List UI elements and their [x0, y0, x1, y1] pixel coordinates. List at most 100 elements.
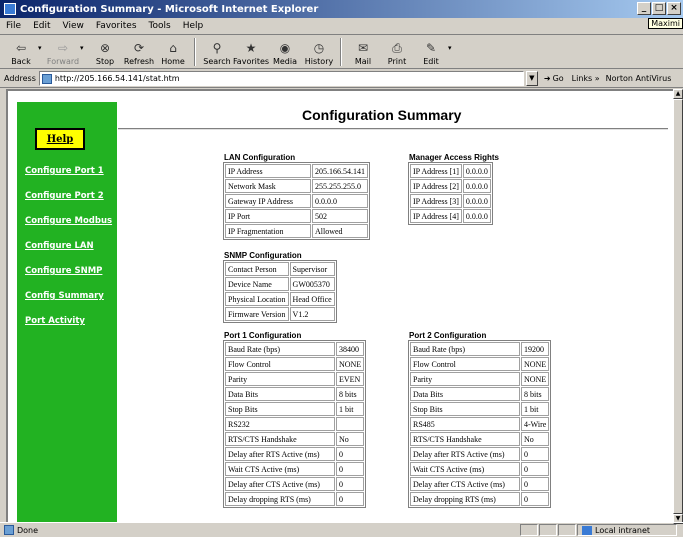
ie-icon [4, 3, 16, 15]
menu-edit[interactable]: Edit [33, 21, 50, 31]
menu-favorites[interactable]: Favorites [96, 21, 137, 31]
edit-button[interactable]: ✎ Edit [414, 36, 448, 68]
help-button[interactable]: Help [35, 128, 85, 150]
norton-antivirus-button[interactable]: Norton AntiVirus [606, 74, 672, 83]
close-button[interactable]: × [667, 2, 681, 15]
table-row: Device Name GW005370 [225, 277, 335, 291]
row-value: 0 [521, 462, 550, 476]
vertical-scrollbar[interactable]: ▲ ▼ [673, 89, 683, 524]
media-label: Media [272, 57, 298, 66]
security-zone: Local intranet [577, 524, 677, 536]
menu-help[interactable]: Help [183, 21, 204, 31]
nav-configure-port-2[interactable]: Configure Port 2 [25, 191, 104, 201]
row-label: Wait CTS Active (ms) [410, 462, 520, 476]
table-row: Gateway IP Address 0.0.0.0 [225, 194, 368, 208]
row-label: Delay after CTS Active (ms) [225, 477, 335, 491]
menu-file[interactable]: File [6, 21, 21, 31]
edit-dropdown[interactable]: ▾ [448, 36, 456, 52]
row-label: Network Mask [225, 179, 311, 193]
search-icon: ⚲ [212, 41, 222, 55]
row-label: Delay after CTS Active (ms) [410, 477, 520, 491]
back-dropdown[interactable]: ▾ [38, 36, 46, 52]
row-label: Physical Location [225, 292, 289, 306]
nav-port-activity[interactable]: Port Activity [25, 316, 85, 326]
refresh-icon: ⟳ [133, 41, 145, 55]
table-row: RTS/CTS Handshake No [225, 432, 365, 446]
print-button[interactable]: ⎙ Print [380, 36, 414, 68]
row-label: Device Name [225, 277, 289, 291]
title-divider [118, 128, 668, 130]
row-label: IP Address [225, 164, 311, 178]
row-label: Baud Rate (bps) [410, 342, 520, 356]
table-row: Physical Location Head Office [225, 292, 335, 306]
nav-configure-modbus[interactable]: Configure Modbus [25, 216, 112, 226]
stop-button[interactable]: ⊗ Stop [88, 36, 122, 68]
browser-viewport: Help Configure Port 1 Configure Port 2 C… [0, 89, 683, 524]
help-label: Help [46, 133, 74, 145]
status-cell [539, 524, 557, 536]
table-row: RS485 4-Wire [410, 417, 550, 431]
table-row: IP Address [1] 0.0.0.0 [410, 164, 491, 178]
address-input[interactable]: http://205.166.54.141/stat.htm [38, 71, 524, 86]
row-label: RTS/CTS Handshake [410, 432, 520, 446]
row-label: RS232 [225, 417, 335, 431]
row-value: 0 [336, 492, 365, 506]
port2-section-title: Port 2 Configuration [409, 331, 487, 340]
forward-button[interactable]: ⇨ Forward [46, 36, 80, 68]
port1-section-title: Port 1 Configuration [224, 331, 302, 340]
forward-dropdown[interactable]: ▾ [80, 36, 88, 52]
row-value: No [521, 432, 550, 446]
back-label: Back [11, 57, 31, 66]
home-button[interactable]: ⌂ Home [156, 36, 190, 68]
back-arrow-icon: ⇦ [15, 41, 27, 55]
port2-config-table: Baud Rate (bps) 19200 Flow Control NONE Pa… [408, 340, 552, 508]
row-value: 0.0.0.0 [312, 194, 368, 208]
scroll-up-button[interactable]: ▲ [673, 89, 683, 99]
status-bar: Done Local intranet [0, 522, 683, 537]
maximize-button[interactable]: □ [652, 2, 666, 15]
favorites-button[interactable]: ★ Favorites [233, 36, 269, 68]
table-row: Network Mask 255.255.255.0 [225, 179, 368, 193]
address-dropdown[interactable]: ▼ [525, 71, 538, 86]
links-button[interactable]: Links » [572, 74, 600, 83]
row-label: Stop Bits [410, 402, 520, 416]
go-arrow-icon: ➜ [543, 74, 551, 83]
row-label: Baud Rate (bps) [225, 342, 335, 356]
table-row: Parity NONE [410, 372, 550, 386]
toolbar-separator [194, 38, 196, 66]
nav-configure-snmp[interactable]: Configure SNMP [25, 266, 102, 276]
menu-view[interactable]: View [63, 21, 84, 31]
media-button[interactable]: ◉ Media [268, 36, 302, 68]
history-label: History [304, 57, 334, 66]
history-button[interactable]: ◷ History [302, 36, 336, 68]
back-button[interactable]: ⇦ Back [4, 36, 38, 68]
table-row: Parity EVEN [225, 372, 365, 386]
status-text-area: Done [0, 525, 520, 535]
row-label: Delay after RTS Active (ms) [225, 447, 335, 461]
mail-icon: ✉ [357, 41, 369, 55]
mail-button[interactable]: ✉ Mail [346, 36, 380, 68]
row-label: Gateway IP Address [225, 194, 311, 208]
row-label: IP Address [1] [410, 164, 462, 178]
go-button[interactable]: ➜ Go [544, 74, 564, 83]
status-text: Done [17, 525, 39, 535]
row-value: 0.0.0.0 [462, 194, 491, 208]
toolbar-separator [340, 38, 342, 66]
nav-config-summary[interactable]: Config Summary [25, 291, 104, 301]
row-label: IP Address [2] [410, 179, 462, 193]
row-value: 255.255.255.0 [312, 179, 368, 193]
refresh-button[interactable]: ⟳ Refresh [122, 36, 156, 68]
window-controls: _ □ × [637, 2, 681, 15]
table-row: Delay after CTS Active (ms) 0 [410, 477, 550, 491]
menu-tools[interactable]: Tools [149, 21, 171, 31]
nav-configure-port-1[interactable]: Configure Port 1 [25, 166, 104, 176]
forward-arrow-icon: ⇨ [57, 41, 69, 55]
search-button[interactable]: ⚲ Search [200, 36, 234, 68]
row-label: RS485 [410, 417, 520, 431]
minimize-button[interactable]: _ [637, 2, 651, 15]
scroll-thumb[interactable] [673, 99, 683, 514]
row-value: 0 [336, 462, 365, 476]
row-label: Parity [225, 372, 335, 386]
row-value: 8 bits [336, 387, 365, 401]
nav-configure-lan[interactable]: Configure LAN [25, 241, 94, 251]
